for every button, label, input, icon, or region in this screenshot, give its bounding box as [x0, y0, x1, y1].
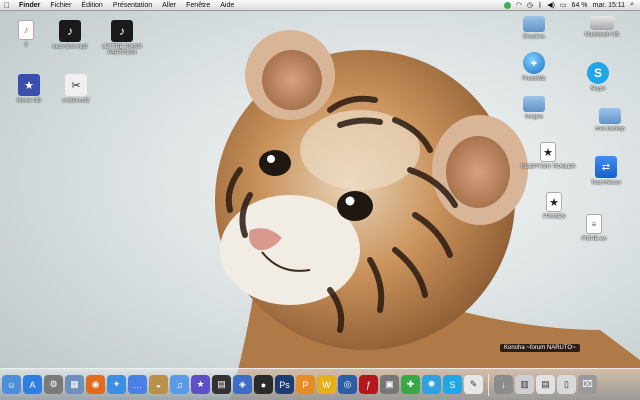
dock-utility-icon[interactable]: ◈	[233, 375, 252, 394]
dock-dashboard-icon[interactable]: ◒	[149, 375, 168, 394]
desktop-icon-dossiers[interactable]: Dossiers	[504, 16, 564, 40]
desktop-icon-images[interactable]: Images	[504, 96, 564, 120]
icon-label: mes.backup	[595, 126, 625, 132]
battery-icon[interactable]: ▭	[560, 1, 567, 9]
icon-label: PhotoWiz	[522, 76, 546, 82]
icon-label: FROZEN	[542, 214, 566, 220]
icon-label: 2	[24, 42, 28, 48]
battery-percent[interactable]: 64 %	[572, 2, 588, 9]
clock[interactable]: mar. 15:11	[593, 2, 626, 9]
icon-label: Movie HD	[16, 98, 42, 104]
desktop-icon-lettre-piano[interactable]: ♪ LETTRE PIANO PARTITION	[92, 20, 152, 56]
time-machine-icon[interactable]: ◷	[527, 1, 533, 9]
dock-preview-icon[interactable]: ▦	[65, 375, 84, 394]
teamviewer-icon: ⇄	[595, 156, 617, 178]
hard-drive-icon	[590, 16, 614, 30]
desktop-icon-skype[interactable]: S Skype	[568, 62, 628, 92]
dock-app-orange-icon[interactable]: P	[296, 375, 315, 394]
dock-stack-2-icon[interactable]: ▤	[536, 375, 555, 394]
dock-downloads-icon[interactable]: ↓	[494, 375, 513, 394]
movie-icon: ★	[546, 192, 562, 212]
bluetooth-icon[interactable]: ᛒ	[538, 2, 542, 9]
menu-presentation[interactable]: Présentation	[108, 2, 157, 9]
document-icon: ≡	[586, 214, 602, 234]
icon-label: evidemo32	[62, 98, 90, 104]
volume-icon[interactable]: ◀)	[547, 1, 555, 9]
desktop-icon-evidemo32[interactable]: ✂ evidemo32	[46, 74, 106, 104]
dock-globe-icon[interactable]: ◎	[338, 375, 357, 394]
dock-app-store-icon[interactable]: A	[23, 375, 42, 394]
dock-trash-icon[interactable]: ⌧	[578, 375, 597, 394]
apple-icon[interactable]: 	[0, 1, 14, 10]
icon-label: INCEPTION TRAILER	[520, 164, 576, 170]
menu-finder[interactable]: Finder	[14, 2, 45, 9]
icon-label: Skype	[590, 86, 606, 92]
dock-photoshop-icon[interactable]: Ps	[275, 375, 294, 394]
menu-fichier[interactable]: Fichier	[45, 2, 76, 9]
dock-bomb-icon[interactable]: ●	[254, 375, 273, 394]
dock-flash-player-icon[interactable]: ƒ	[359, 375, 378, 394]
menu-bar:  Finder Fichier Édition Présentation Al…	[0, 0, 640, 11]
wifi-icon[interactable]: ◠	[516, 1, 522, 9]
icon-label: FICHE.sw	[581, 236, 607, 242]
dock-itunes-icon[interactable]: ♫	[170, 375, 189, 394]
dock-app-yellow-icon[interactable]: W	[317, 375, 336, 394]
movie-thumb-icon: ✂	[65, 74, 87, 96]
desktop-icon-teamviewer[interactable]: ⇄ TeamViewer	[576, 156, 636, 186]
icon-label: lucie lewi.mp3	[52, 44, 88, 50]
music-file-icon: ♪	[111, 20, 133, 42]
icon-label: Macintosh HD	[584, 32, 620, 38]
music-file-icon: ♪	[59, 20, 81, 42]
menu-aller[interactable]: Aller	[157, 2, 181, 9]
dock-skype-icon[interactable]: S	[443, 375, 462, 394]
dock-ichat-icon[interactable]: …	[128, 375, 147, 394]
dock-textedit-icon[interactable]: ✎	[464, 375, 483, 394]
guitar-doc-icon: ♪	[18, 20, 34, 40]
folder-icon	[599, 108, 621, 124]
movie-icon: ★	[18, 74, 40, 96]
icon-label: LETTRE PIANO PARTITION	[102, 44, 142, 56]
folder-icon	[523, 96, 545, 112]
spotlight-icon[interactable]: ⌕	[630, 1, 634, 9]
dock-separator	[488, 373, 489, 396]
dock-finder-icon[interactable]: ☺	[2, 375, 21, 394]
dock-firefox-icon[interactable]: ◉	[86, 375, 105, 394]
menu-fenetre[interactable]: Fenêtre	[181, 2, 215, 9]
icon-label: TeamViewer	[590, 180, 622, 186]
desktop-icon-fiche-sw[interactable]: ≡ FICHE.sw	[564, 214, 624, 242]
app-icon: ✦	[523, 52, 545, 74]
menu-aide[interactable]: Aide	[215, 2, 239, 9]
dock: ☺ A ⚙ ▦ ◉ ✦… ◒ ♫ ★ ▤ ◈ ● Ps P W ◎ ƒ ▣ ✚ ✺ S ✎ ↓ ▥ ▤ ▯ ⌧	[0, 368, 640, 400]
desktop-icon-inception-trailer[interactable]: ★ INCEPTION TRAILER	[518, 142, 578, 170]
dock-clapboard-icon[interactable]: ▤	[212, 375, 231, 394]
dock-tooltip: Konoha ~forum NARUTO~	[500, 344, 580, 352]
dock-app-star-icon[interactable]: ✺	[422, 375, 441, 394]
status-area: ◠ ◷ ᛒ ◀) ▭ 64 % mar. 15:11 ⌕	[503, 1, 640, 9]
desktop-icon-mes-backup[interactable]: mes.backup	[580, 108, 640, 132]
dock-imovie-icon[interactable]: ★	[191, 375, 210, 394]
dock-app-green-icon[interactable]: ✚	[401, 375, 420, 394]
desktop-icon-lucie-mp3[interactable]: ♪ lucie lewi.mp3	[40, 20, 100, 50]
icon-label: Dossiers	[523, 34, 545, 40]
dock-stack-3-icon[interactable]: ▯	[557, 375, 576, 394]
movie-icon: ★	[540, 142, 556, 162]
desktop-icon-macintosh-hd[interactable]: Macintosh HD	[572, 16, 632, 38]
menu-edition[interactable]: Édition	[76, 2, 107, 9]
skype-icon: S	[587, 62, 609, 84]
dock-safari-icon[interactable]: ✦	[107, 375, 126, 394]
dock-stack-1-icon[interactable]: ▥	[515, 375, 534, 394]
desktop-icon-photowiz[interactable]: ✦ PhotoWiz	[504, 52, 564, 82]
folder-icon	[523, 16, 545, 32]
icon-label: Images	[524, 114, 544, 120]
dock-app-grey-icon[interactable]: ▣	[380, 375, 399, 394]
dock-system-preferences-icon[interactable]: ⚙	[44, 375, 63, 394]
status-green-icon[interactable]	[503, 1, 511, 9]
